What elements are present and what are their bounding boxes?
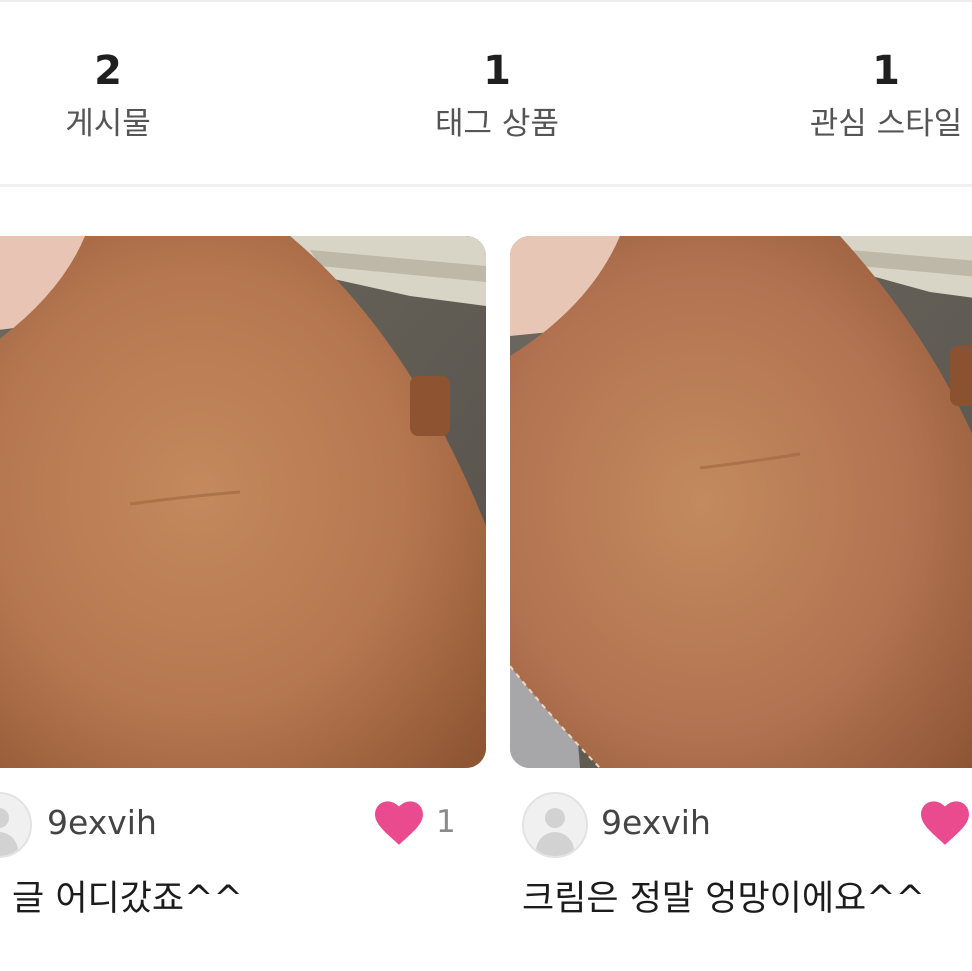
avatar-head-shape [545,808,565,828]
avatar-body-shape [536,832,574,856]
post-username[interactable]: 9exvih [47,802,157,844]
avatar[interactable] [522,792,588,858]
profile-page: 2 게시물 1 태그 상품 1 관심 스타일 9exvih 1 글 어디갔죠^^… [0,0,972,971]
post-card[interactable]: 9exvih 1 글 어디갔죠^^ [0,236,486,919]
stat-tagged-products-label: 태그 상품 [435,106,559,142]
avatar-body-shape [0,832,18,856]
stat-posts-label: 게시물 [65,106,151,142]
avatar[interactable] [0,792,32,858]
heart-icon [375,801,423,845]
brown-leather-bag-photo [0,236,486,768]
post-photo[interactable] [0,236,486,768]
post-author-row: 9exvih 1 [0,792,470,858]
post-username[interactable]: 9exvih [601,802,711,844]
stat-tagged-products-count: 1 [483,48,511,94]
post-caption[interactable]: 글 어디갔죠^^ [12,876,243,922]
post-author-row: 9exvih [510,792,972,858]
brown-leather-bag-photo [510,236,972,768]
post-photo[interactable] [510,236,972,768]
stat-posts-count: 2 [94,48,122,94]
avatar-head-shape [0,808,9,828]
profile-stats: 2 게시물 1 태그 상품 1 관심 스타일 [0,0,972,187]
like-count: 1 [436,804,456,840]
stat-liked-styles-label: 관심 스타일 [809,106,963,142]
post-card[interactable]: 9exvih 크림은 정말 엉망이에요^^ [510,236,972,919]
stat-liked-styles[interactable]: 1 관심 스타일 [756,48,972,144]
post-caption[interactable]: 크림은 정말 엉망이에요^^ [522,876,925,922]
stat-tagged-products[interactable]: 1 태그 상품 [367,48,627,144]
stat-liked-styles-count: 1 [872,48,900,94]
stats-divider [0,184,972,187]
stat-posts[interactable]: 2 게시물 [0,48,238,144]
heart-icon [921,801,969,845]
